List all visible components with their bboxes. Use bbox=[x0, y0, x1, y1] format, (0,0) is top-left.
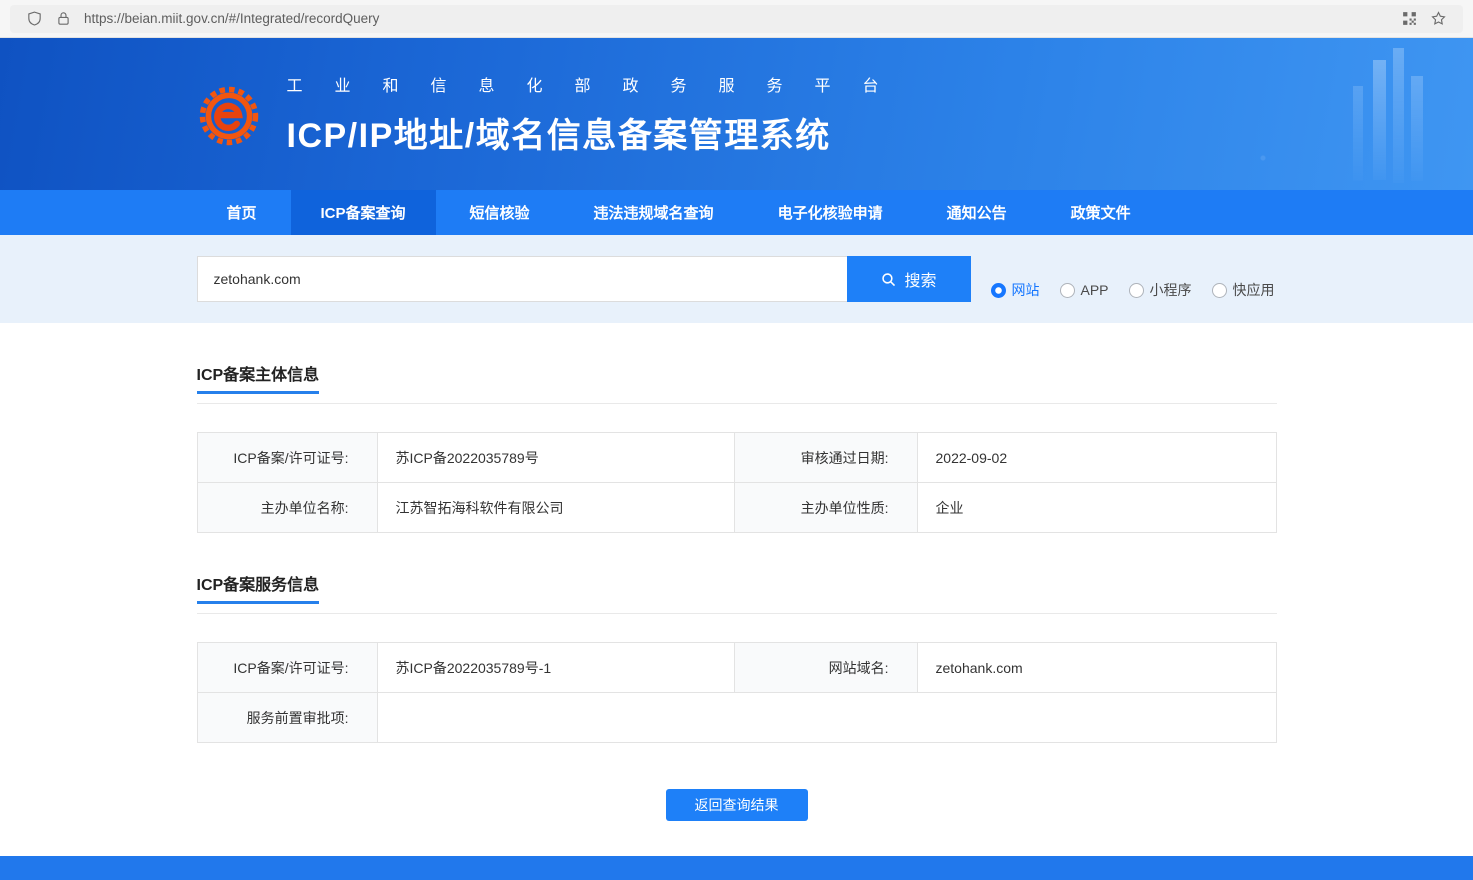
radio-quickapp[interactable]: 快应用 bbox=[1211, 280, 1275, 300]
table-row: ICP备案/许可证号: 苏ICP备2022035789号-1 网站域名: zet… bbox=[196, 642, 1277, 693]
section-divider bbox=[196, 613, 1277, 614]
radio-unchecked-icon bbox=[1128, 282, 1144, 298]
radio-label: 快应用 bbox=[1232, 282, 1275, 298]
radio-unchecked-icon bbox=[1059, 282, 1075, 298]
site-logo-icon bbox=[199, 86, 258, 146]
radio-checked-icon bbox=[990, 282, 1006, 298]
radio-website[interactable]: 网站 bbox=[990, 280, 1040, 300]
page-title: ICP/IP地址/域名信息备案管理系统 bbox=[286, 116, 831, 155]
field-label: 审核通过日期: bbox=[733, 432, 918, 483]
header-subtitle: 工业和信息化部政务服务平台 bbox=[286, 77, 911, 95]
search-button-label: 搜索 bbox=[904, 273, 937, 290]
nav-item-illegal-domain-query[interactable]: 违法违规域名查询 bbox=[564, 190, 744, 235]
back-to-results-button[interactable]: 返回查询结果 bbox=[665, 789, 808, 821]
nav-item-policy-files[interactable]: 政策文件 bbox=[1041, 190, 1161, 235]
radio-miniprogram[interactable]: 小程序 bbox=[1128, 280, 1192, 300]
field-label: 主办单位性质: bbox=[733, 482, 918, 533]
table-row: ICP备案/许可证号: 苏ICP备2022035789号 审核通过日期: 202… bbox=[196, 432, 1277, 483]
footer-bar bbox=[0, 856, 1473, 880]
shield-icon[interactable] bbox=[26, 10, 43, 27]
radio-app[interactable]: APP bbox=[1059, 282, 1109, 298]
service-info-title: ICP备案服务信息 bbox=[196, 571, 320, 604]
field-label: 服务前置审批项: bbox=[196, 692, 378, 743]
field-value: 苏ICP备2022035789号-1 bbox=[376, 642, 735, 693]
radio-unchecked-icon bbox=[1211, 282, 1227, 298]
search-section: 搜索 网站 APP 小程序 快应用 bbox=[0, 235, 1473, 323]
nav-item-e-verification-apply[interactable]: 电子化核验申请 bbox=[748, 190, 913, 235]
field-label: ICP备案/许可证号: bbox=[196, 432, 378, 483]
subject-info-section: ICP备案主体信息 ICP备案/许可证号: 苏ICP备2022035789号 审… bbox=[196, 361, 1277, 533]
field-value: 江苏智拓海科软件有限公司 bbox=[376, 482, 735, 533]
table-row: 服务前置审批项: bbox=[196, 692, 1277, 743]
nav-item-icp-query[interactable]: ICP备案查询 bbox=[290, 190, 436, 235]
service-info-table: ICP备案/许可证号: 苏ICP备2022035789号-1 网站域名: zet… bbox=[196, 642, 1277, 743]
nav-item-sms-verify[interactable]: 短信核验 bbox=[440, 190, 560, 235]
search-button[interactable]: 搜索 bbox=[846, 256, 971, 302]
search-input[interactable] bbox=[196, 256, 847, 302]
field-value bbox=[376, 692, 1277, 743]
query-type-radio-group: 网站 APP 小程序 快应用 bbox=[990, 280, 1275, 302]
browser-bar: https://beian.miit.gov.cn/#/Integrated/r… bbox=[0, 0, 1473, 38]
field-label: ICP备案/许可证号: bbox=[196, 642, 378, 693]
radio-label: 网站 bbox=[1011, 282, 1040, 298]
field-label: 主办单位名称: bbox=[196, 482, 378, 533]
service-info-section: ICP备案服务信息 ICP备案/许可证号: 苏ICP备2022035789号-1… bbox=[196, 571, 1277, 743]
table-row: 主办单位名称: 江苏智拓海科软件有限公司 主办单位性质: 企业 bbox=[196, 482, 1277, 533]
field-value: 2022-09-02 bbox=[916, 432, 1277, 483]
field-value: zetohank.com bbox=[916, 642, 1277, 693]
qr-code-icon[interactable] bbox=[1401, 10, 1418, 27]
header-text-block: 工业和信息化部政务服务平台 ICP/IP地址/域名信息备案管理系统 bbox=[287, 72, 911, 157]
lock-icon[interactable] bbox=[55, 10, 72, 27]
main-nav: 首页 ICP备案查询 短信核验 违法违规域名查询 电子化核验申请 通知公告 政策… bbox=[0, 190, 1473, 235]
field-value: 企业 bbox=[916, 482, 1277, 533]
field-value: 苏ICP备2022035789号 bbox=[376, 432, 735, 483]
subject-info-title: ICP备案主体信息 bbox=[196, 361, 320, 394]
radio-label: 小程序 bbox=[1149, 282, 1192, 298]
subject-info-table: ICP备案/许可证号: 苏ICP备2022035789号 审核通过日期: 202… bbox=[196, 432, 1277, 533]
url-text[interactable]: https://beian.miit.gov.cn/#/Integrated/r… bbox=[84, 11, 1395, 26]
bookmark-star-icon[interactable] bbox=[1430, 10, 1447, 27]
search-icon bbox=[882, 272, 896, 286]
nav-item-notices[interactable]: 通知公告 bbox=[917, 190, 1037, 235]
url-bar[interactable]: https://beian.miit.gov.cn/#/Integrated/r… bbox=[10, 4, 1463, 33]
nav-item-home[interactable]: 首页 bbox=[197, 190, 287, 235]
field-label: 网站域名: bbox=[733, 642, 918, 693]
radio-label: APP bbox=[1080, 282, 1109, 298]
query-result-main: ICP备案主体信息 ICP备案/许可证号: 苏ICP备2022035789号 审… bbox=[0, 323, 1473, 856]
section-divider bbox=[196, 403, 1277, 404]
site-header: 工业和信息化部政务服务平台 ICP/IP地址/域名信息备案管理系统 bbox=[0, 38, 1473, 190]
